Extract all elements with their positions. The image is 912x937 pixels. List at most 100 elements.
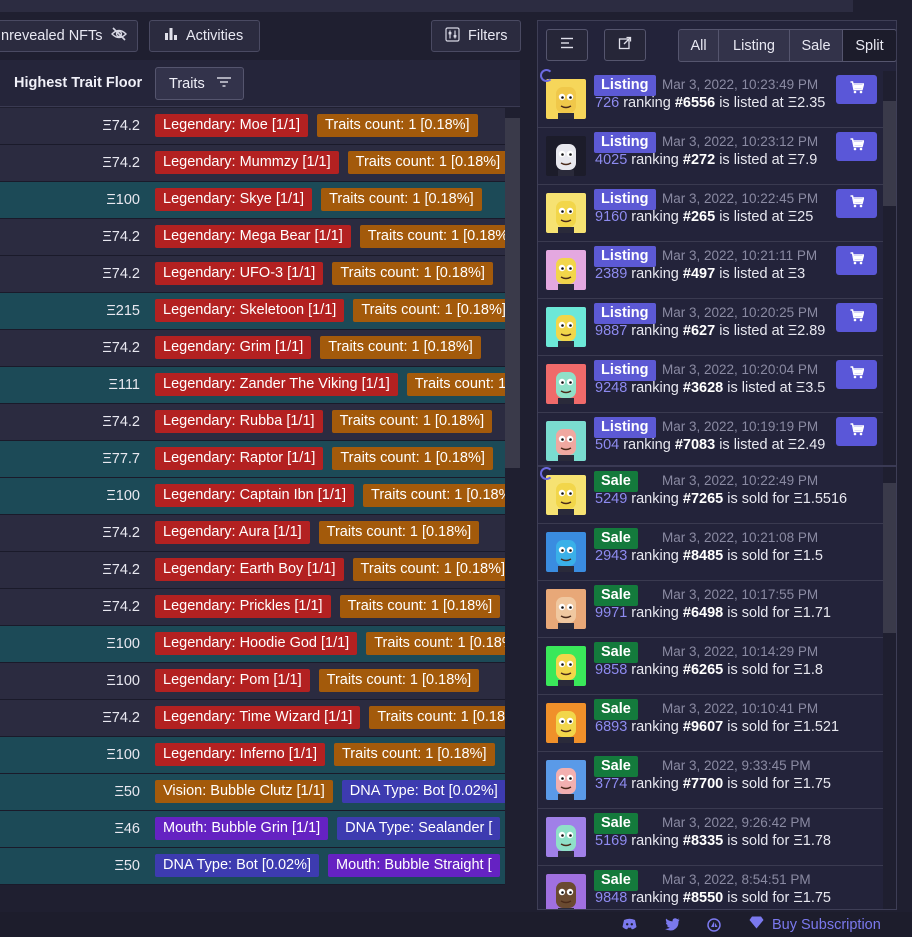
activity-item[interactable]: Sale Mar 3, 2022, 9:33:45 PM 3774 ranking …: [538, 752, 883, 809]
activity-item[interactable]: Listing Mar 3, 2022, 10:23:49 PM 726 ranki…: [538, 71, 883, 128]
table-row[interactable]: Ξ74.2 Legendary: Grim [1/1] Traits count: …: [0, 330, 505, 367]
sale-feed-scrollbar[interactable]: [883, 467, 896, 909]
token-id[interactable]: 9887: [595, 323, 627, 339]
nft-avatar[interactable]: [546, 817, 586, 857]
token-id[interactable]: 9971: [595, 605, 627, 621]
activity-item[interactable]: Sale Mar 3, 2022, 8:54:51 PM 9848 ranking …: [538, 866, 883, 909]
trait-chip[interactable]: Traits count: 1 [0.18%]: [317, 114, 478, 137]
trait-chip[interactable]: Legendary: Zander The Viking [1/1]: [155, 373, 398, 396]
table-row[interactable]: Ξ74.2 Legendary: Mega Bear [1/1] Traits co…: [0, 219, 505, 256]
trait-chip[interactable]: Legendary: Moe [1/1]: [155, 114, 309, 137]
token-id[interactable]: 5249: [595, 491, 627, 507]
table-row[interactable]: Ξ100 Legendary: Captain Ibn [1/1] Traits c…: [0, 478, 505, 515]
sale-scrollbar-thumb[interactable]: [883, 483, 896, 633]
trait-chip[interactable]: Traits count: 1 [0.18%]: [332, 447, 493, 470]
activity-item[interactable]: Sale Mar 3, 2022, 10:21:08 PM 2943 ranking…: [538, 524, 883, 581]
activity-item[interactable]: Sale Mar 3, 2022, 10:14:29 PM 9858 ranking…: [538, 638, 883, 695]
nft-avatar[interactable]: [546, 307, 586, 347]
trait-chip[interactable]: Legendary: Skye [1/1]: [155, 188, 313, 211]
token-id[interactable]: 5169: [595, 833, 627, 849]
trait-chip[interactable]: DNA Type: Bot [0.02%]: [155, 854, 320, 877]
listing-scrollbar-thumb[interactable]: [883, 101, 896, 206]
trait-chip[interactable]: Traits count: 1 [0.18%]: [331, 410, 493, 433]
tab-all[interactable]: All: [678, 29, 719, 62]
table-row[interactable]: Ξ74.2 Legendary: UFO-3 [1/1] Traits count:…: [0, 256, 505, 293]
buy-button[interactable]: [836, 246, 877, 275]
trait-chip[interactable]: Traits count: 1 [0.18%]: [339, 595, 501, 618]
trait-chip[interactable]: Mouth: Bubble Grin [1/1]: [155, 817, 329, 840]
nft-avatar[interactable]: [546, 532, 586, 572]
trait-chip[interactable]: Vision: Bubble Clutz [1/1]: [155, 780, 333, 803]
token-id[interactable]: 6893: [595, 719, 627, 735]
tab-listing[interactable]: Listing: [718, 29, 790, 62]
trait-chip[interactable]: Traits count: 1 [0.18%]: [318, 521, 480, 544]
table-row[interactable]: Ξ74.2 Legendary: Aura [1/1] Traits count: …: [0, 515, 505, 552]
token-id[interactable]: 504: [595, 437, 619, 453]
token-id[interactable]: 3774: [595, 776, 627, 792]
tab-split[interactable]: Split: [842, 29, 896, 62]
nft-avatar[interactable]: [546, 193, 586, 233]
table-row[interactable]: Ξ50 DNA Type: Bot [0.02%] Mouth: Bubble St…: [0, 848, 505, 885]
open-external-button[interactable]: [604, 29, 646, 61]
trait-chip[interactable]: Legendary: Mega Bear [1/1]: [155, 225, 351, 248]
buy-button[interactable]: [836, 75, 877, 104]
trait-chip[interactable]: DNA Type: Bot [0.02%]: [341, 780, 505, 803]
tab-sale[interactable]: Sale: [789, 29, 843, 62]
trait-chip[interactable]: Traits count: 1 [0.18%]: [332, 262, 493, 285]
buy-button[interactable]: [836, 303, 877, 332]
trait-chip[interactable]: Traits count: 1 [0.18%]: [369, 706, 505, 729]
activity-item[interactable]: Listing Mar 3, 2022, 10:19:19 PM 504 ranki…: [538, 413, 883, 465]
table-row[interactable]: Ξ77.7 Legendary: Raptor [1/1] Traits count…: [0, 441, 505, 478]
activity-item[interactable]: Listing Mar 3, 2022, 10:22:45 PM 9160 rank…: [538, 185, 883, 242]
discord-icon[interactable]: [622, 918, 637, 936]
table-row[interactable]: Ξ74.2 Legendary: Rubba [1/1] Traits count:…: [0, 404, 505, 441]
trait-chip[interactable]: Traits count: 1 [0.18%]: [352, 558, 505, 581]
nft-avatar[interactable]: [546, 874, 586, 909]
token-id[interactable]: 9248: [595, 380, 627, 396]
trait-chip[interactable]: Legendary: Inferno [1/1]: [155, 743, 325, 766]
trait-chip[interactable]: Legendary: Aura [1/1]: [155, 521, 310, 544]
trait-chip[interactable]: Traits count: 1 [0.18%]: [333, 743, 495, 766]
traits-sort-button[interactable]: Traits: [155, 67, 244, 100]
table-row[interactable]: Ξ100 Legendary: Inferno [1/1] Traits count…: [0, 737, 505, 774]
table-row[interactable]: Ξ74.2 Legendary: Earth Boy [1/1] Traits co…: [0, 552, 505, 589]
activity-item[interactable]: Sale Mar 3, 2022, 10:22:49 PM 5249 ranking…: [538, 467, 883, 524]
menu-button[interactable]: [546, 29, 588, 61]
activity-item[interactable]: Listing Mar 3, 2022, 10:21:11 PM 2389 rank…: [538, 242, 883, 299]
trait-chip[interactable]: DNA Type: Sealander [: [337, 817, 501, 840]
token-id[interactable]: 4025: [595, 152, 627, 168]
trait-chip[interactable]: Traits count: 1 [0.18%]: [320, 336, 481, 359]
nft-avatar[interactable]: [546, 760, 586, 800]
trait-chip[interactable]: Legendary: Earth Boy [1/1]: [155, 558, 344, 581]
trait-chip[interactable]: Traits count: 1 [0.18%]: [363, 484, 505, 507]
token-id[interactable]: 9848: [595, 890, 627, 906]
token-id[interactable]: 726: [595, 95, 619, 111]
unrevealed-nfts-toggle[interactable]: nrevealed NFTs: [0, 20, 138, 52]
trait-chip[interactable]: Legendary: Grim [1/1]: [155, 336, 312, 359]
activities-button[interactable]: Activities: [149, 20, 260, 52]
buy-button[interactable]: [836, 417, 877, 446]
activity-item[interactable]: Sale Mar 3, 2022, 10:17:55 PM 9971 ranking…: [538, 581, 883, 638]
table-row[interactable]: Ξ74.2 Legendary: Moe [1/1] Traits count: 1…: [0, 108, 505, 145]
buy-button[interactable]: [836, 189, 877, 218]
activity-item[interactable]: Sale Mar 3, 2022, 10:10:41 PM 6893 ranking…: [538, 695, 883, 752]
trait-chip[interactable]: Legendary: Rubba [1/1]: [155, 410, 323, 433]
nft-avatar[interactable]: [546, 475, 586, 515]
buy-subscription-link[interactable]: Buy Subscription: [749, 916, 881, 933]
table-row[interactable]: Ξ46 Mouth: Bubble Grin [1/1] DNA Type: Sea…: [0, 811, 505, 848]
token-id[interactable]: 9160: [595, 209, 627, 225]
table-row[interactable]: Ξ100 Legendary: Pom [1/1] Traits count: 1 …: [0, 663, 505, 700]
activity-item[interactable]: Listing Mar 3, 2022, 10:20:04 PM 9248 rank…: [538, 356, 883, 413]
activity-item[interactable]: Sale Mar 3, 2022, 9:26:42 PM 5169 ranking …: [538, 809, 883, 866]
trait-chip[interactable]: Mouth: Bubble Straight [: [328, 854, 500, 877]
nft-avatar[interactable]: [546, 421, 586, 461]
table-row[interactable]: Ξ74.2 Legendary: Prickles [1/1] Traits cou…: [0, 589, 505, 626]
trait-chip[interactable]: Legendary: UFO-3 [1/1]: [155, 262, 324, 285]
token-id[interactable]: 2943: [595, 548, 627, 564]
trait-chip[interactable]: Legendary: Mummzy [1/1]: [155, 151, 339, 174]
table-row[interactable]: Ξ100 Legendary: Hoodie God [1/1] Traits co…: [0, 626, 505, 663]
nft-avatar[interactable]: [546, 364, 586, 404]
table-scrollbar[interactable]: [505, 108, 520, 885]
nft-avatar[interactable]: [546, 703, 586, 743]
nft-avatar[interactable]: [546, 250, 586, 290]
